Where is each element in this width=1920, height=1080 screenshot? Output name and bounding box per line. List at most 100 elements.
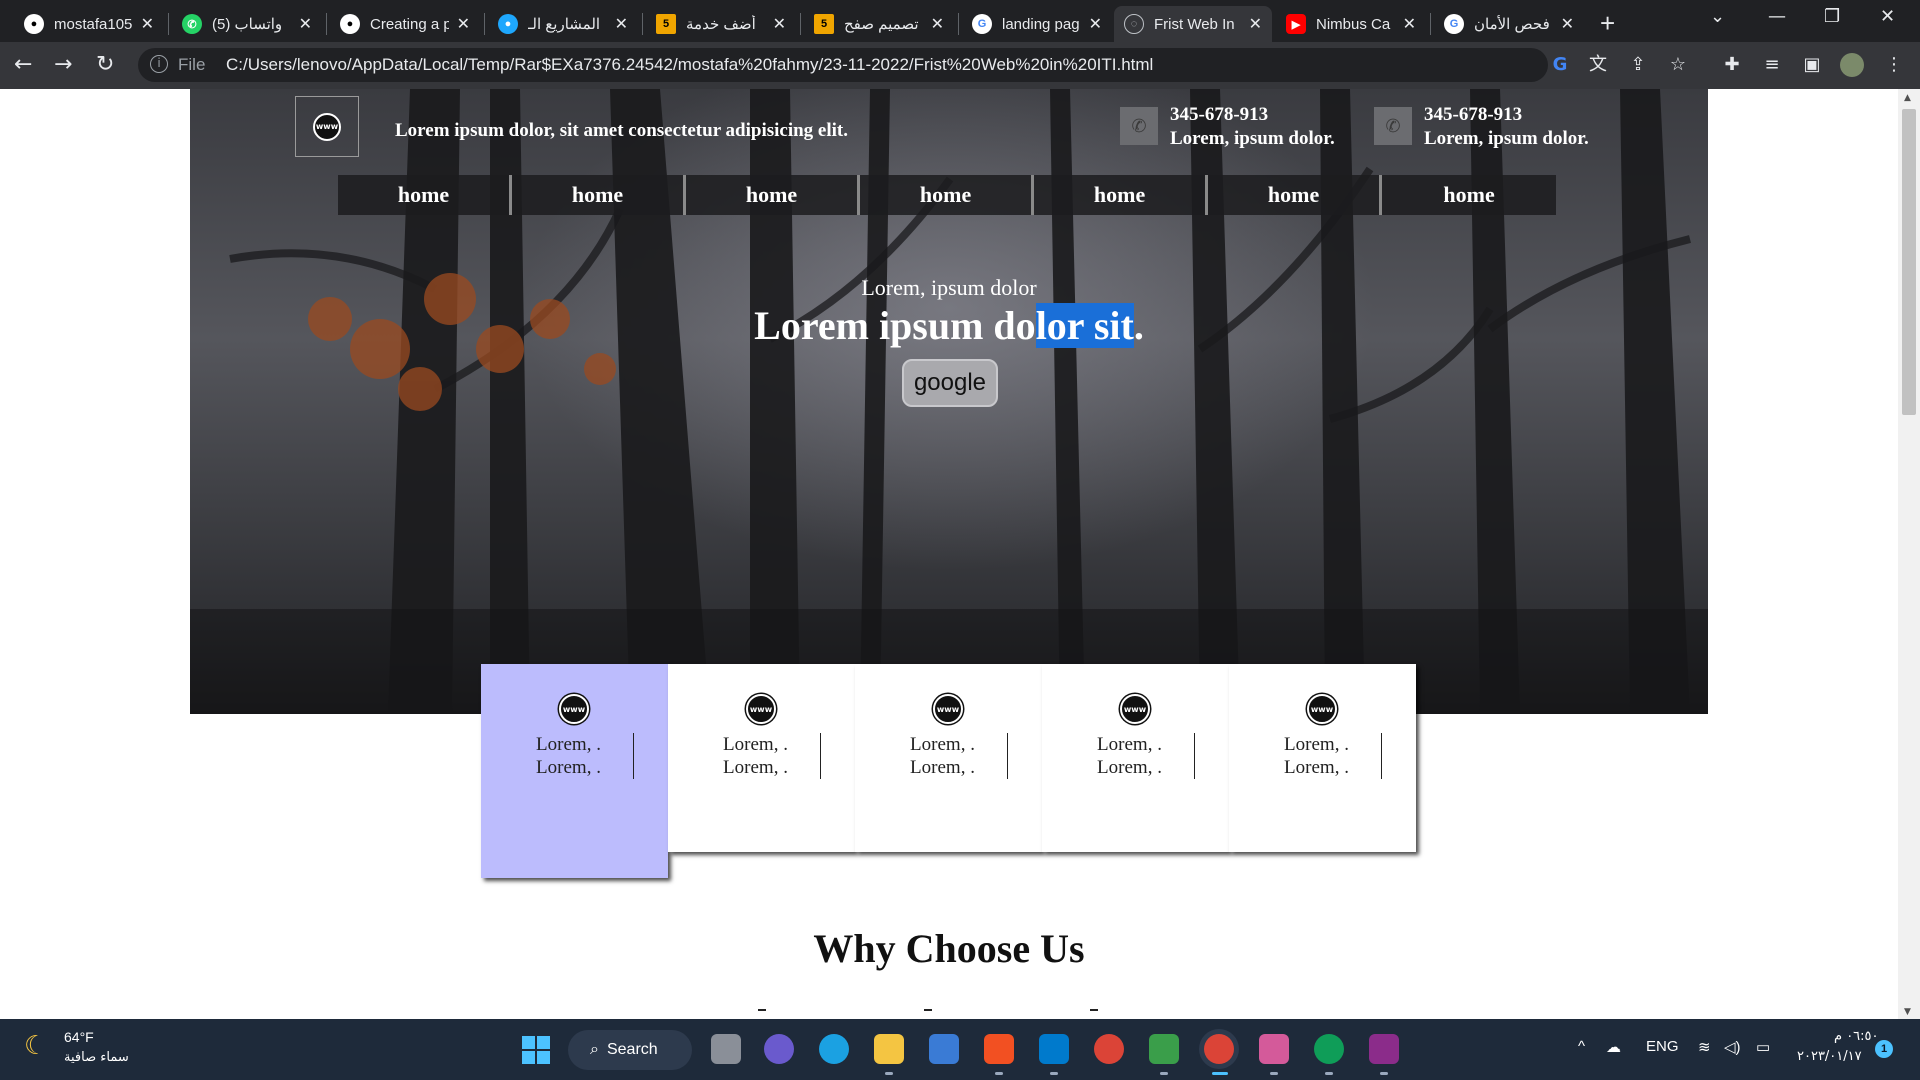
nav-link-home[interactable]: home bbox=[860, 175, 1035, 215]
tab-whatsapp[interactable]: ✆ (5) واتساب ✕ bbox=[172, 6, 322, 42]
weather-condition[interactable]: سماء صافية bbox=[64, 1050, 129, 1065]
notification-badge[interactable]: 1 bbox=[1875, 1040, 1893, 1058]
language-indicator[interactable]: ENG bbox=[1646, 1038, 1679, 1055]
tab-search-chevron-icon[interactable]: ⌄ bbox=[1710, 6, 1725, 27]
address-bar[interactable]: i File C:/Users/lenovo/AppData/Local/Tem… bbox=[138, 48, 1686, 82]
tab-projects[interactable]: ● المشاريع الـ ✕ bbox=[488, 6, 638, 42]
taskbar-search[interactable]: ⌕ Search bbox=[568, 1030, 692, 1070]
tab-security-check[interactable]: G فحص الأمان ✕ bbox=[1434, 6, 1584, 42]
close-icon[interactable]: ✕ bbox=[1403, 14, 1416, 34]
phone-icon: ✆ bbox=[1374, 107, 1412, 145]
scroll-down-icon[interactable]: ▼ bbox=[1904, 1007, 1911, 1017]
nav-link-home[interactable]: home bbox=[1382, 175, 1556, 215]
teams-chat-icon[interactable] bbox=[764, 1034, 794, 1064]
winrar-icon[interactable] bbox=[1369, 1034, 1399, 1064]
search-icon: ⌕ bbox=[590, 1041, 599, 1058]
hero-title-end: . bbox=[1133, 303, 1144, 348]
forward-icon[interactable]: → bbox=[54, 52, 72, 77]
tab-github[interactable]: ● mostafa105 ✕ bbox=[14, 6, 164, 42]
clock-time[interactable]: ٠٦:٥٠ م bbox=[1834, 1029, 1879, 1044]
feature-card[interactable]: www Lorem, . Lorem, . bbox=[855, 664, 1042, 852]
tab-landing-page[interactable]: G landing pag ✕ bbox=[962, 6, 1112, 42]
google-button[interactable]: google bbox=[902, 359, 998, 407]
tab-frist-web[interactable]: ◌ Frist Web In ✕ bbox=[1114, 6, 1272, 42]
share-icon[interactable]: ⇪ bbox=[1626, 53, 1650, 77]
back-icon[interactable]: ← bbox=[14, 52, 32, 77]
paint-app-icon[interactable] bbox=[1149, 1034, 1179, 1064]
card-line: Lorem, . bbox=[723, 734, 788, 755]
close-icon[interactable]: ✕ bbox=[773, 14, 786, 34]
window-close-icon[interactable]: ✕ bbox=[1880, 6, 1895, 27]
close-icon[interactable]: ✕ bbox=[931, 14, 944, 34]
extensions-icon[interactable]: ✚ bbox=[1720, 53, 1744, 77]
info-icon[interactable]: i bbox=[150, 55, 168, 73]
google-lens-icon[interactable]: G bbox=[1548, 53, 1572, 77]
scrollbar-thumb[interactable] bbox=[1902, 109, 1916, 415]
tab-add-service[interactable]: 5 أضف خدمة ✕ bbox=[646, 6, 796, 42]
scroll-up-icon[interactable]: ▲ bbox=[1904, 93, 1911, 103]
wifi-icon[interactable]: ≋ bbox=[1698, 1038, 1711, 1056]
site-logo[interactable]: www bbox=[295, 96, 359, 157]
reload-icon[interactable]: ↻ bbox=[96, 52, 114, 77]
onedrive-cloud-icon[interactable]: ☁ bbox=[1606, 1038, 1621, 1056]
nav-link-home[interactable]: home bbox=[338, 175, 513, 215]
vscode-icon[interactable] bbox=[1039, 1034, 1069, 1064]
profile-avatar[interactable] bbox=[1840, 53, 1864, 77]
phone-icon: ✆ bbox=[1120, 107, 1158, 145]
chrome-icon[interactable] bbox=[1094, 1034, 1124, 1064]
translate-icon[interactable]: 文 bbox=[1586, 53, 1610, 77]
nav-link-home[interactable]: home bbox=[512, 175, 687, 215]
tray-chevron-icon[interactable]: ^ bbox=[1578, 1038, 1585, 1055]
clock-date[interactable]: ٢٠٢٣/٠١/١٧ bbox=[1797, 1049, 1862, 1064]
minimize-icon[interactable]: — bbox=[1768, 6, 1786, 27]
tab-separator bbox=[958, 13, 959, 35]
feature-card[interactable]: www Lorem, . Lorem, . bbox=[668, 664, 855, 852]
moon-icon[interactable]: ☾ bbox=[24, 1031, 47, 1061]
tab-label: Frist Web In bbox=[1154, 15, 1235, 33]
card-line: Lorem, . bbox=[1097, 757, 1162, 778]
media-control-icon[interactable]: ≡ bbox=[1760, 53, 1784, 77]
file-explorer-icon[interactable] bbox=[874, 1034, 904, 1064]
nav-link-home[interactable]: home bbox=[1208, 175, 1383, 215]
youtube-icon: ▶ bbox=[1286, 14, 1306, 34]
page-scrollbar[interactable]: ▲ ▼ bbox=[1898, 89, 1920, 1019]
chrome-alt-profile-icon[interactable] bbox=[1314, 1034, 1344, 1064]
main-nav: home home home home home home home bbox=[338, 175, 1556, 215]
nav-link-home[interactable]: home bbox=[1034, 175, 1209, 215]
close-icon[interactable]: ✕ bbox=[299, 14, 312, 34]
feature-card[interactable]: www Lorem, . Lorem, . bbox=[1229, 664, 1416, 852]
card-divider bbox=[1381, 733, 1382, 779]
new-tab-icon[interactable]: + bbox=[1600, 8, 1615, 39]
close-icon[interactable]: ✕ bbox=[1249, 14, 1262, 34]
chrome-profile-icon[interactable] bbox=[1204, 1034, 1234, 1064]
url-text[interactable]: C:/Users/lenovo/AppData/Local/Temp/Rar$E… bbox=[226, 55, 1153, 75]
edge-icon[interactable] bbox=[819, 1034, 849, 1064]
feature-card[interactable]: www Lorem, . Lorem, . bbox=[481, 664, 668, 878]
tab-page-design[interactable]: 5 تصميم صفح ✕ bbox=[804, 6, 954, 42]
restore-icon[interactable]: ❐ bbox=[1824, 6, 1840, 27]
close-icon[interactable]: ✕ bbox=[1561, 14, 1574, 34]
tab-github-creating[interactable]: ● Creating a p ✕ bbox=[330, 6, 480, 42]
tab-separator bbox=[800, 13, 801, 35]
brackets-app-icon[interactable] bbox=[984, 1034, 1014, 1064]
tab-label: Nimbus Ca bbox=[1316, 15, 1391, 33]
microsoft-store-icon[interactable] bbox=[929, 1034, 959, 1064]
feature-card[interactable]: www Lorem, . Lorem, . bbox=[1042, 664, 1229, 852]
bookmark-star-icon[interactable]: ☆ bbox=[1666, 53, 1690, 77]
close-icon[interactable]: ✕ bbox=[457, 14, 470, 34]
side-panel-icon[interactable]: ▣ bbox=[1800, 53, 1824, 77]
battery-icon[interactable]: ▭ bbox=[1756, 1038, 1770, 1056]
volume-icon[interactable]: ◁) bbox=[1724, 1038, 1741, 1056]
tab-youtube[interactable]: ▶ Nimbus Ca ✕ bbox=[1276, 6, 1426, 42]
weather-temperature[interactable]: 64°F bbox=[64, 1029, 94, 1045]
close-icon[interactable]: ✕ bbox=[1089, 14, 1102, 34]
git-tool-icon[interactable] bbox=[1259, 1034, 1289, 1064]
menu-kebab-icon[interactable]: ⋮ bbox=[1882, 53, 1906, 77]
card-divider bbox=[1007, 733, 1008, 779]
start-windows-icon[interactable] bbox=[522, 1036, 550, 1064]
close-icon[interactable]: ✕ bbox=[615, 14, 628, 34]
task-view-icon[interactable] bbox=[711, 1034, 741, 1064]
nav-link-home[interactable]: home bbox=[686, 175, 861, 215]
card-divider bbox=[1194, 733, 1195, 779]
close-icon[interactable]: ✕ bbox=[141, 14, 154, 34]
